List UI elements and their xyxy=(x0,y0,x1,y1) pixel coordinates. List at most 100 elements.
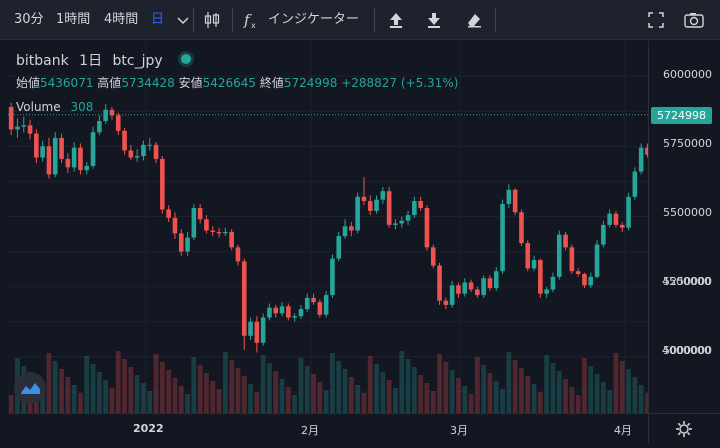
candle-body xyxy=(361,196,367,202)
candle-body xyxy=(462,282,468,294)
fullscreen-icon[interactable] xyxy=(646,10,666,30)
volume-label: Volume xyxy=(16,100,61,114)
volume-bar xyxy=(267,363,272,413)
volume-bar xyxy=(260,355,266,413)
candle-body xyxy=(481,278,486,296)
high-label: 高値 xyxy=(97,76,122,90)
candle-body xyxy=(342,226,348,237)
volume-bar xyxy=(122,359,127,413)
volume-bar xyxy=(78,393,83,413)
time-tick: 2022 xyxy=(133,422,164,435)
axis-corner xyxy=(648,413,720,443)
volume-bar xyxy=(311,374,316,413)
candle-body xyxy=(292,316,297,318)
volume-bar xyxy=(619,361,625,413)
candle-body xyxy=(103,109,108,122)
candle-body xyxy=(449,285,455,305)
candle-body xyxy=(468,282,474,290)
camera-icon[interactable] xyxy=(683,10,705,30)
indicators-button[interactable]: インジケーター xyxy=(268,0,359,40)
candle-body xyxy=(78,147,83,171)
candle-body xyxy=(46,146,52,175)
candle-body xyxy=(304,297,310,310)
candle-body xyxy=(241,261,247,336)
settings-gear-icon[interactable] xyxy=(675,420,693,438)
volume-bar xyxy=(330,353,335,413)
volume-bar xyxy=(285,387,291,413)
open-label: 始値 xyxy=(16,76,41,90)
eraser-icon[interactable] xyxy=(464,10,484,30)
interval-1h[interactable]: 1時間 xyxy=(56,0,90,40)
candle-body xyxy=(235,247,241,262)
candle-body xyxy=(550,276,556,290)
open-value: 5436071 xyxy=(40,76,94,90)
candle-body xyxy=(437,265,442,301)
time-tick: 4月 xyxy=(614,424,632,437)
volume-bar xyxy=(115,351,121,413)
candle-body xyxy=(229,231,234,248)
tradingview-logo-button[interactable] xyxy=(14,372,46,404)
candle-body xyxy=(506,189,512,204)
volume-bar xyxy=(563,379,568,413)
volume-bar xyxy=(298,358,304,413)
candle-body xyxy=(556,234,562,277)
volume-bar xyxy=(481,365,487,413)
volume-bar xyxy=(159,362,165,413)
volume-bar xyxy=(380,372,386,413)
toolbar-divider xyxy=(374,8,375,32)
change-value: +288827 (+5.31%) xyxy=(341,76,459,90)
download-icon[interactable] xyxy=(424,10,444,30)
interval-30m[interactable]: 30分 xyxy=(14,0,44,40)
volume-bar xyxy=(582,358,587,413)
volume-bar xyxy=(317,382,323,413)
toolbar-divider xyxy=(495,8,496,32)
volume-bar xyxy=(638,385,644,413)
volume-bar xyxy=(229,360,235,413)
volume-bar xyxy=(292,395,298,413)
last-price-label: 5724998 xyxy=(651,106,712,124)
volume-bar xyxy=(512,360,518,413)
candle-body xyxy=(626,196,631,228)
interval-4h[interactable]: 4時間 xyxy=(104,0,138,40)
candle-body xyxy=(40,146,45,158)
candle-body xyxy=(601,224,606,245)
candle-body xyxy=(84,165,90,171)
volume-bar xyxy=(8,395,14,413)
volume-bar xyxy=(90,364,96,413)
volume-bar xyxy=(613,353,619,413)
time-axis[interactable]: 2022 2月 3月 4月 xyxy=(8,413,648,443)
volume-bar xyxy=(147,391,153,413)
candle-body xyxy=(21,125,27,127)
volume-bar xyxy=(493,381,499,413)
volume-bar xyxy=(191,357,197,413)
volume-bar xyxy=(172,378,178,413)
interval-1d[interactable]: 日 xyxy=(151,0,164,40)
volume-bar xyxy=(336,361,342,413)
volume-bar xyxy=(569,387,575,413)
volume-bar xyxy=(386,380,392,413)
chevron-down-icon[interactable] xyxy=(173,10,193,30)
toolbar-divider xyxy=(193,8,194,32)
upload-icon[interactable] xyxy=(386,10,406,30)
volume-bar xyxy=(241,376,247,413)
candle-body xyxy=(594,244,600,277)
chart-plot-area[interactable] xyxy=(8,41,648,413)
function-fx-icon[interactable]: f x xyxy=(242,10,262,30)
volume-bar xyxy=(96,372,102,413)
volume-bar xyxy=(519,368,524,413)
volume-bar xyxy=(575,395,581,413)
candle-body xyxy=(248,321,253,336)
time-tick: 2月 xyxy=(301,424,319,437)
candle-body xyxy=(531,259,537,269)
volume-bar xyxy=(279,379,285,413)
volume-bar xyxy=(361,393,367,413)
close-label: 終値 xyxy=(259,76,284,90)
candle-body xyxy=(424,208,430,248)
volume-bar xyxy=(506,352,512,413)
candlestick-chart-icon[interactable] xyxy=(202,10,222,30)
candle-body xyxy=(65,158,71,168)
candle-body xyxy=(367,201,373,211)
candle-body xyxy=(456,285,461,294)
volume-bar xyxy=(103,380,109,413)
volume-bar xyxy=(443,362,449,413)
